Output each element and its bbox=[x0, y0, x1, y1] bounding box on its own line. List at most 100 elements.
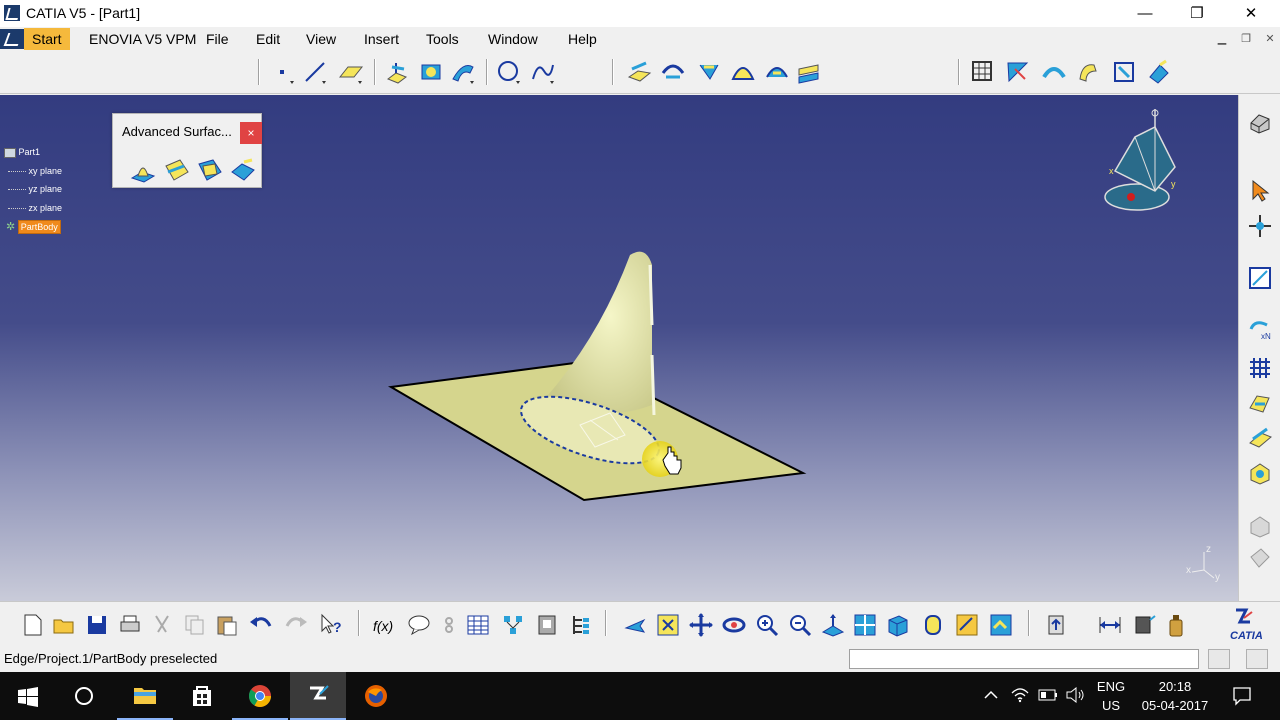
snap-icon[interactable] bbox=[1247, 213, 1273, 239]
copy-icon[interactable] bbox=[182, 612, 208, 638]
repeat-icon[interactable]: xN bbox=[1247, 317, 1273, 343]
language-indicator-line2[interactable]: US bbox=[1094, 698, 1128, 713]
cortana-icon[interactable] bbox=[74, 686, 94, 706]
zoom-in-icon[interactable] bbox=[754, 612, 780, 638]
line-icon[interactable] bbox=[302, 59, 328, 85]
compass-icon[interactable]: x y bbox=[1095, 107, 1185, 217]
draft-icon[interactable] bbox=[1076, 59, 1102, 85]
print-icon[interactable] bbox=[117, 612, 143, 638]
swap-visible-icon[interactable] bbox=[988, 612, 1014, 638]
sweep-icon[interactable] bbox=[450, 59, 476, 85]
pan-icon[interactable] bbox=[688, 612, 714, 638]
action-center-icon[interactable] bbox=[1232, 686, 1252, 706]
taskbar-firefox[interactable] bbox=[348, 672, 404, 720]
normal-view-icon[interactable] bbox=[820, 612, 846, 638]
view-rotate-icon[interactable] bbox=[1247, 111, 1273, 137]
chevron-up-icon[interactable] bbox=[984, 689, 998, 701]
analysis-gray-icon[interactable] bbox=[1247, 513, 1273, 539]
maximize-button[interactable]: ❐ bbox=[1174, 0, 1220, 27]
fly-icon[interactable] bbox=[622, 612, 648, 638]
spline-icon[interactable] bbox=[530, 59, 556, 85]
save-icon[interactable] bbox=[84, 612, 110, 638]
taskbar-catia[interactable] bbox=[290, 672, 346, 720]
menu-insert[interactable]: Insert bbox=[364, 28, 399, 50]
status-button-1[interactable] bbox=[1208, 649, 1230, 669]
knowledge-icon[interactable] bbox=[500, 612, 526, 638]
tree-icon[interactable] bbox=[568, 612, 594, 638]
comment-icon[interactable] bbox=[406, 612, 432, 638]
wrap-surface-icon[interactable] bbox=[197, 158, 223, 184]
bump-icon[interactable] bbox=[130, 158, 156, 184]
windows-start-icon[interactable] bbox=[18, 687, 38, 707]
language-indicator-line1[interactable]: ENG bbox=[1094, 679, 1128, 694]
hide-show-icon[interactable] bbox=[954, 612, 980, 638]
close-button[interactable]: ✕ bbox=[1228, 0, 1274, 27]
fill-icon[interactable] bbox=[764, 59, 790, 85]
iso-view-icon[interactable] bbox=[885, 612, 911, 638]
trim-icon[interactable] bbox=[660, 59, 686, 85]
update-icon[interactable] bbox=[1043, 612, 1069, 638]
shape-morphing-icon[interactable] bbox=[230, 158, 256, 184]
table-icon[interactable] bbox=[465, 612, 491, 638]
new-icon[interactable] bbox=[20, 612, 46, 638]
status-button-2[interactable] bbox=[1246, 649, 1268, 669]
wrap-curve-icon[interactable] bbox=[164, 158, 190, 184]
workbench-icon[interactable] bbox=[1163, 612, 1189, 638]
advanced-surfaces-toolbar[interactable]: Advanced Surfac... × bbox=[112, 113, 262, 188]
surface-icon[interactable] bbox=[1247, 390, 1273, 416]
taskbar-store[interactable] bbox=[174, 672, 230, 720]
power-input-field[interactable] bbox=[849, 649, 1199, 669]
inertia-icon[interactable] bbox=[1131, 612, 1157, 638]
battery-icon[interactable] bbox=[1038, 689, 1058, 701]
clock-time[interactable]: 20:18 bbox=[1138, 679, 1212, 694]
circle-icon[interactable] bbox=[496, 59, 522, 85]
rotate-icon[interactable] bbox=[721, 612, 747, 638]
boundary-icon[interactable] bbox=[1111, 59, 1137, 85]
redo-icon[interactable] bbox=[283, 612, 309, 638]
offset-icon[interactable] bbox=[796, 59, 822, 85]
zoom-out-icon[interactable] bbox=[787, 612, 813, 638]
clock-date[interactable]: 05-04-2017 bbox=[1132, 698, 1218, 713]
whats-this-icon[interactable]: ? bbox=[318, 612, 344, 638]
menu-enovia[interactable]: ENOVIA V5 VPM bbox=[89, 28, 196, 50]
analysis-gray-2-icon[interactable] bbox=[1247, 545, 1273, 571]
doc-minimize-button[interactable]: ▁ bbox=[1214, 31, 1230, 47]
taskbar-file-explorer[interactable] bbox=[117, 672, 173, 720]
multi-view-icon[interactable] bbox=[852, 612, 878, 638]
menu-help[interactable]: Help bbox=[568, 28, 597, 50]
body-icon[interactable] bbox=[1247, 460, 1273, 486]
analysis-icon[interactable] bbox=[1005, 59, 1031, 85]
undo-icon[interactable] bbox=[248, 612, 274, 638]
advanced-surfaces-close-button[interactable]: × bbox=[240, 122, 262, 144]
sketcher-icon[interactable] bbox=[1247, 265, 1273, 291]
curvature-icon[interactable] bbox=[1041, 59, 1067, 85]
menu-start[interactable]: Start bbox=[24, 28, 70, 50]
bump-surface[interactable] bbox=[548, 251, 652, 413]
blend-icon[interactable] bbox=[730, 59, 756, 85]
formula-icon[interactable]: f(x) bbox=[372, 612, 398, 638]
extrude-icon[interactable] bbox=[384, 59, 410, 85]
measure-grid-icon[interactable] bbox=[970, 59, 996, 85]
catalog-icon[interactable] bbox=[534, 612, 560, 638]
wifi-icon[interactable] bbox=[1011, 687, 1029, 703]
doc-restore-button[interactable]: ❐ bbox=[1238, 31, 1254, 47]
minimize-button[interactable]: — bbox=[1122, 0, 1168, 27]
fit-all-icon[interactable] bbox=[655, 612, 681, 638]
extract-icon[interactable] bbox=[1247, 425, 1273, 451]
open-icon[interactable] bbox=[51, 612, 77, 638]
taskbar-chrome[interactable] bbox=[232, 672, 288, 720]
menu-window[interactable]: Window bbox=[488, 28, 538, 50]
menu-edit[interactable]: Edit bbox=[256, 28, 280, 50]
grid-icon[interactable] bbox=[1247, 355, 1273, 381]
plane-icon[interactable] bbox=[338, 59, 364, 85]
fillet-icon[interactable] bbox=[696, 59, 722, 85]
join-icon[interactable] bbox=[626, 59, 652, 85]
catia-start-icon[interactable] bbox=[0, 29, 24, 49]
select-arrow-icon[interactable] bbox=[1247, 178, 1273, 204]
doc-close-button[interactable]: ✕ bbox=[1262, 31, 1278, 47]
paste-icon[interactable] bbox=[214, 612, 240, 638]
menu-file[interactable]: File bbox=[206, 28, 229, 50]
cut-icon[interactable] bbox=[149, 612, 175, 638]
link-icon[interactable] bbox=[436, 612, 462, 638]
point-icon[interactable] bbox=[270, 59, 296, 85]
